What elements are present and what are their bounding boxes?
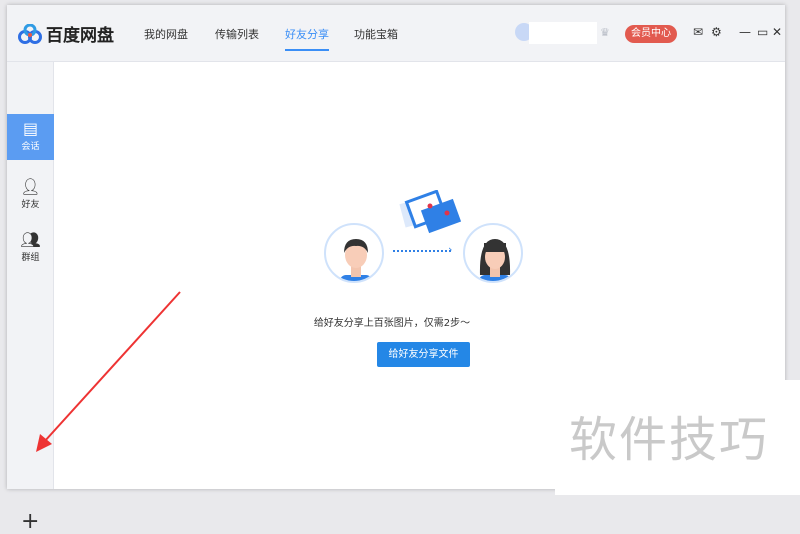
sender-avatar (324, 223, 384, 283)
tab-toolbox[interactable]: 功能宝箱 (354, 26, 398, 62)
share-file-button[interactable]: 给好友分享文件 (377, 342, 470, 367)
arrow-icon: › (448, 243, 453, 256)
tab-transfer-list[interactable]: 传输列表 (215, 26, 259, 62)
gear-icon[interactable]: ⚙ (711, 25, 722, 39)
tab-friend-share[interactable]: 好友分享 (285, 26, 329, 62)
maximize-icon[interactable]: ▭ (757, 25, 768, 39)
mail-icon[interactable]: ✉ (693, 25, 703, 39)
red-annotation-arrow (36, 291, 181, 452)
add-icon[interactable]: + (21, 509, 39, 534)
photos-illustration (399, 190, 462, 234)
close-icon[interactable]: ✕ (772, 25, 782, 39)
vip-center-button[interactable]: 会员中心 (625, 25, 677, 43)
watermark: 软件技巧 (555, 380, 800, 495)
minimize-icon[interactable]: — (739, 25, 751, 39)
crown-icon: ♛ (600, 26, 610, 39)
username-redacted[interactable] (529, 22, 597, 44)
receiver-avatar (463, 223, 523, 283)
dotted-arrow (393, 250, 451, 252)
share-hint-text: 给好友分享上百张图片，仅需2步～ (313, 318, 471, 329)
